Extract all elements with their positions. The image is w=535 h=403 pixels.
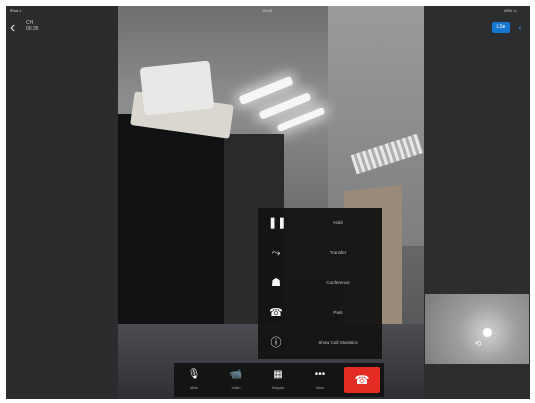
pause-icon: ❚❚ [268,217,287,229]
menu-item-label: Hold [333,220,343,225]
end-call-icon: ☎ [354,373,370,387]
call-duration: 00:35 [26,26,39,32]
menu-item-label: Show Call Statistics [318,340,358,345]
mute-button[interactable]: 🎙 Mute [176,363,212,397]
top-right-button[interactable]: LSe [492,22,510,33]
status-carrier: iPad ≈ [10,8,22,13]
transfer-icon: ⤳ [271,247,281,259]
menu-item-park[interactable]: ☎ Park [258,298,382,328]
status-bar: iPad ≈ 15:05 49% ▭ [6,6,530,16]
conference-icon: ☗ [271,277,281,289]
mute-label: Mute [190,386,198,390]
camera-flip-icon[interactable]: ⟲ [472,339,484,348]
park-icon: ☎ [269,307,283,319]
more-icon: ••• [314,369,326,380]
more-button[interactable]: ••• More [302,363,338,397]
status-time: 15:05 [262,8,273,13]
status-battery: 49% ▭ [504,8,517,13]
self-view-video[interactable] [425,294,529,364]
video-label: Video [231,386,241,390]
video-call-screen: iPad ≈ 15:05 49% ▭ ‹ CH 00:35 LSe ‹ ⟲ ❚❚… [6,6,530,399]
menu-item-conference[interactable]: ☗ Conference [258,268,382,298]
video-icon: 📹 [229,369,243,380]
keypad-icon: ▦ [273,369,283,380]
keypad-label: Keypad [272,386,284,390]
menu-item-hold[interactable]: ❚❚ Hold [258,208,382,238]
video-tissue [139,60,215,116]
more-menu: ❚❚ Hold ⤳ Transfer ☗ Conference ☎ Park ⓘ… [258,208,382,359]
call-info: CH 00:35 [26,20,39,32]
chevron-left-icon[interactable]: ‹ [10,20,15,36]
keypad-button[interactable]: ▦ Keypad [260,363,296,397]
call-toolbar: 🎙 Mute 📹 Video ▦ Keypad ••• More ☎ [174,363,384,397]
menu-item-label: Park [333,310,343,315]
info-icon: ⓘ [270,337,282,349]
mute-icon: 🎙 [187,369,201,380]
menu-item-transfer[interactable]: ⤳ Transfer [258,238,382,268]
menu-item-label: Conference [326,280,350,285]
menu-item-label: Transfer [329,250,347,255]
menu-item-call-statistics[interactable]: ⓘ Show Call Statistics [258,328,382,358]
video-button[interactable]: 📹 Video [218,363,254,397]
left-panel [6,6,118,399]
more-label: More [316,386,324,390]
top-right-more-icon[interactable]: ‹ [514,22,526,33]
end-call-button[interactable]: ☎ [344,367,380,393]
